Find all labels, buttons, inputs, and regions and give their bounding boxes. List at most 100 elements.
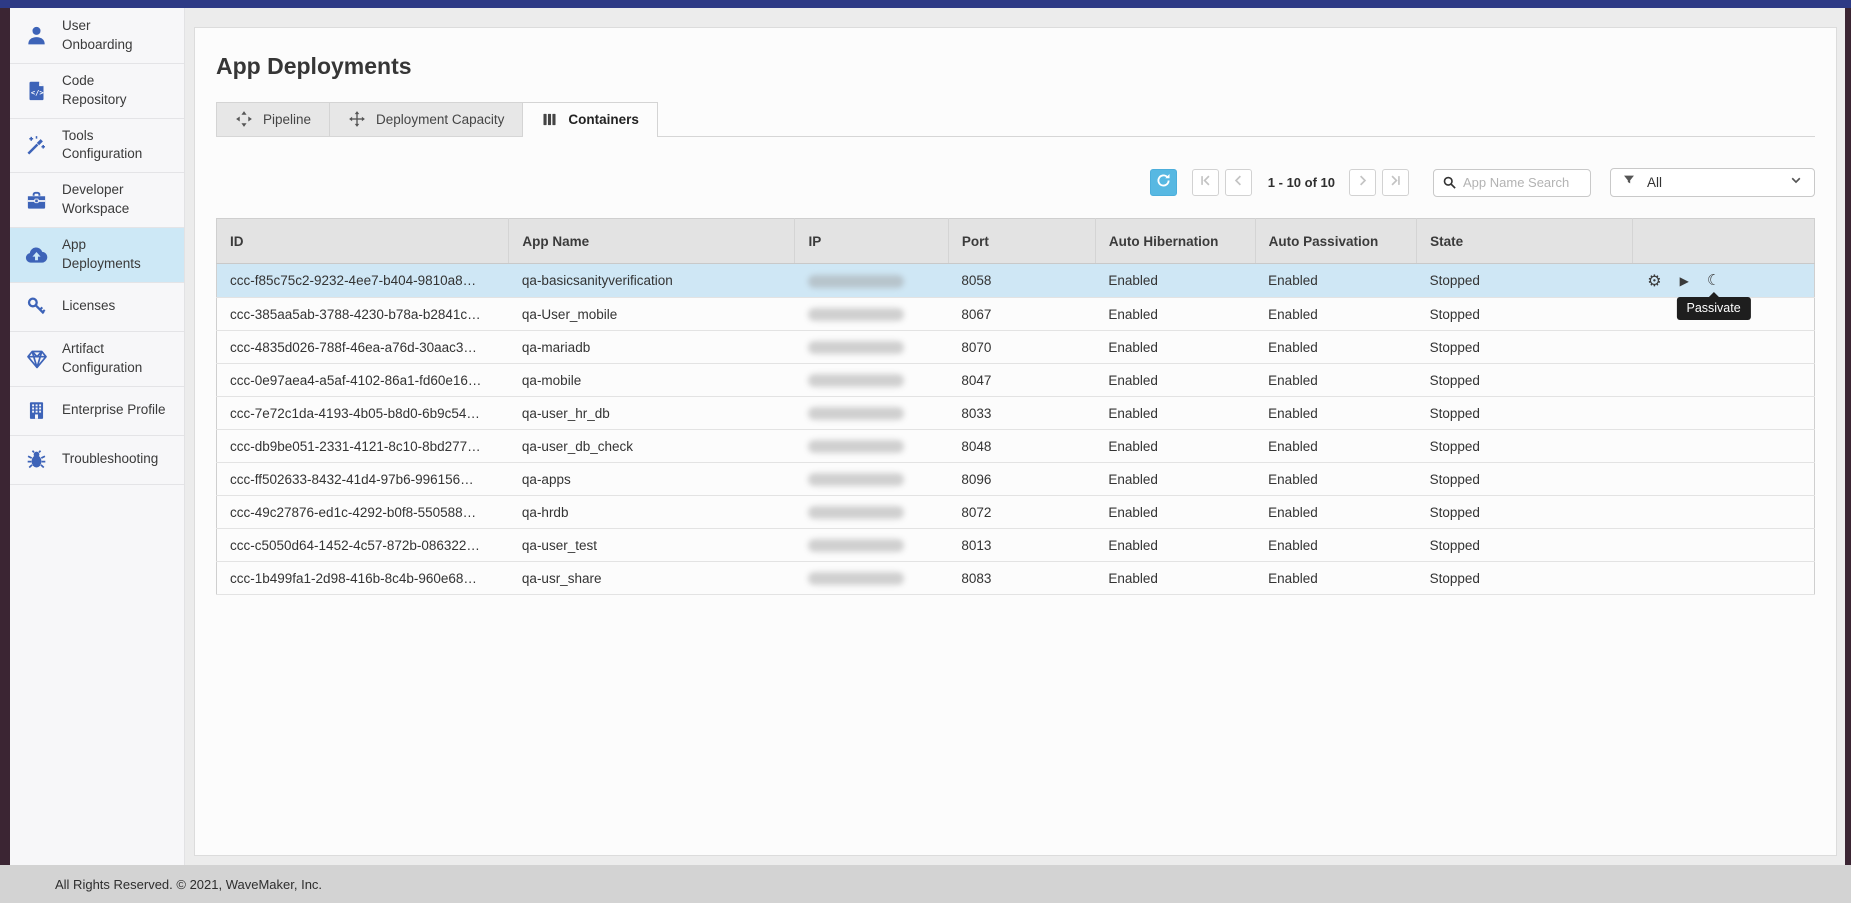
cell-port: 8070 xyxy=(948,331,1095,364)
redacted-ip xyxy=(808,539,904,552)
cell-actions: ⚙ ▶ ☾Passivate xyxy=(1632,264,1814,298)
cell-state: Stopped xyxy=(1417,364,1633,397)
refresh-button[interactable] xyxy=(1150,169,1177,196)
tab-deployment-capacity[interactable]: Deployment Capacity xyxy=(330,102,523,136)
table-row[interactable]: ccc-4835d026-788f-46ea-a76d-30aac3…qa-ma… xyxy=(217,331,1815,364)
sidebar-item-enterprise-profile[interactable]: Enterprise Profile xyxy=(10,387,184,436)
column-header-port: Port xyxy=(948,219,1095,264)
gear-icon[interactable]: ⚙ xyxy=(1647,273,1661,289)
cell-auto-hibernation: Enabled xyxy=(1095,397,1255,430)
next-page-button[interactable] xyxy=(1349,169,1376,196)
cell-state: Stopped xyxy=(1417,298,1633,331)
cell-auto-passivation: Enabled xyxy=(1255,397,1416,430)
cell-app-name: qa-usr_share xyxy=(509,562,795,595)
sidebar-item-code-repository[interactable]: </>Code Repository xyxy=(10,64,184,119)
sidebar-item-licenses[interactable]: Licenses xyxy=(10,283,184,332)
table-row[interactable]: ccc-385aa5ab-3788-4230-b78a-b2841c…qa-Us… xyxy=(217,298,1815,331)
cell-port: 8033 xyxy=(948,397,1095,430)
tab-label: Pipeline xyxy=(263,112,311,127)
cell-auto-passivation: Enabled xyxy=(1255,430,1416,463)
table-row[interactable]: ccc-c5050d64-1452-4c57-872b-086322…qa-us… xyxy=(217,529,1815,562)
containers-table: IDApp NameIPPortAuto HibernationAuto Pas… xyxy=(216,218,1815,595)
cell-id: ccc-0e97aea4-a5af-4102-86a1-fd60e16… xyxy=(217,364,509,397)
cell-state: Stopped xyxy=(1417,463,1633,496)
building-icon xyxy=(24,400,49,421)
cell-app-name: qa-user_test xyxy=(509,529,795,562)
cell-auto-hibernation: Enabled xyxy=(1095,463,1255,496)
table-row[interactable]: ccc-7e72c1da-4193-4b05-b8d0-6b9c54…qa-us… xyxy=(217,397,1815,430)
moon-icon[interactable]: ☾Passivate xyxy=(1707,273,1720,288)
table-row[interactable]: ccc-f85c75c2-9232-4ee7-b404-9810a8…qa-ba… xyxy=(217,264,1815,298)
main-area: App Deployments PipelineDeployment Capac… xyxy=(185,8,1845,865)
svg-text:</>: </> xyxy=(31,89,44,97)
sidebar-item-tools-configuration[interactable]: Tools Configuration xyxy=(10,119,184,174)
sidebar-item-app-deployments[interactable]: App Deployments xyxy=(10,228,184,283)
table-row[interactable]: ccc-1b499fa1-2d98-416b-8c4b-960e68…qa-us… xyxy=(217,562,1815,595)
sidebar-item-label: Enterprise Profile xyxy=(62,401,166,420)
cell-port: 8013 xyxy=(948,529,1095,562)
cell-ip xyxy=(795,364,948,397)
cell-actions xyxy=(1632,496,1814,529)
cell-auto-passivation: Enabled xyxy=(1255,331,1416,364)
cell-state: Stopped xyxy=(1417,264,1633,298)
table-row[interactable]: ccc-db9be051-2331-4121-8c10-8bd277…qa-us… xyxy=(217,430,1815,463)
sidebar-item-label: App Deployments xyxy=(62,236,141,274)
first-page-button[interactable] xyxy=(1192,169,1219,196)
tab-label: Deployment Capacity xyxy=(376,112,504,127)
cell-auto-hibernation: Enabled xyxy=(1095,529,1255,562)
tab-containers[interactable]: Containers xyxy=(523,102,658,137)
column-header-actions xyxy=(1632,219,1814,264)
redacted-ip xyxy=(808,506,904,519)
cell-auto-passivation: Enabled xyxy=(1255,529,1416,562)
sidebar-item-developer-workspace[interactable]: Developer Workspace xyxy=(10,173,184,228)
window-edge-left xyxy=(0,8,10,865)
table-row[interactable]: ccc-ff502633-8432-41d4-97b6-996156…qa-ap… xyxy=(217,463,1815,496)
cell-ip xyxy=(795,463,948,496)
cell-id: ccc-c5050d64-1452-4c57-872b-086322… xyxy=(217,529,509,562)
table-row[interactable]: ccc-49c27876-ed1c-4292-b0f8-550588…qa-hr… xyxy=(217,496,1815,529)
cell-auto-hibernation: Enabled xyxy=(1095,298,1255,331)
cell-app-name: qa-hrdb xyxy=(509,496,795,529)
cell-id: ccc-f85c75c2-9232-4ee7-b404-9810a8… xyxy=(217,264,509,298)
briefcase-icon xyxy=(24,189,49,212)
sidebar: User Onboarding</>Code RepositoryTools C… xyxy=(10,8,185,865)
sidebar-item-troubleshooting[interactable]: Troubleshooting xyxy=(10,436,184,485)
cell-actions xyxy=(1632,364,1814,397)
cell-auto-passivation: Enabled xyxy=(1255,264,1416,298)
cell-port: 8058 xyxy=(948,264,1095,298)
cell-auto-passivation: Enabled xyxy=(1255,463,1416,496)
cell-actions xyxy=(1632,397,1814,430)
column-header-app-name: App Name xyxy=(509,219,795,264)
redacted-ip xyxy=(808,407,904,420)
table-toolbar: 1 - 10 of 10 xyxy=(216,168,1815,197)
copyright-text: All Rights Reserved. © 2021, WaveMaker, … xyxy=(55,877,322,892)
cell-actions xyxy=(1632,463,1814,496)
tab-label: Containers xyxy=(568,112,639,127)
cell-port: 8096 xyxy=(948,463,1095,496)
cell-port: 8048 xyxy=(948,430,1095,463)
search-icon xyxy=(1442,175,1457,190)
cell-ip xyxy=(795,496,948,529)
table-header-row: IDApp NameIPPortAuto HibernationAuto Pas… xyxy=(217,219,1815,264)
sidebar-item-artifact-configuration[interactable]: Artifact Configuration xyxy=(10,332,184,387)
cell-port: 8067 xyxy=(948,298,1095,331)
code-repository-icon: </> xyxy=(24,80,49,101)
redacted-ip xyxy=(808,374,904,387)
sidebar-item-user-onboarding[interactable]: User Onboarding xyxy=(10,9,184,64)
last-page-button[interactable] xyxy=(1382,169,1409,196)
top-navbar xyxy=(0,0,1851,8)
cell-app-name: qa-User_mobile xyxy=(509,298,795,331)
prev-page-button[interactable] xyxy=(1225,169,1252,196)
table-row[interactable]: ccc-0e97aea4-a5af-4102-86a1-fd60e16…qa-m… xyxy=(217,364,1815,397)
content-card: App Deployments PipelineDeployment Capac… xyxy=(194,27,1837,856)
cloud-upload-icon xyxy=(24,243,49,268)
state-filter-select[interactable]: All xyxy=(1610,168,1815,197)
cell-port: 8047 xyxy=(948,364,1095,397)
first-page-icon xyxy=(1198,173,1213,193)
column-header-ip: IP xyxy=(795,219,948,264)
cell-auto-passivation: Enabled xyxy=(1255,562,1416,595)
tab-pipeline[interactable]: Pipeline xyxy=(216,102,330,136)
play-icon[interactable]: ▶ xyxy=(1680,275,1689,287)
column-header-auto-passivation: Auto Passivation xyxy=(1255,219,1416,264)
cell-id: ccc-385aa5ab-3788-4230-b78a-b2841c… xyxy=(217,298,509,331)
